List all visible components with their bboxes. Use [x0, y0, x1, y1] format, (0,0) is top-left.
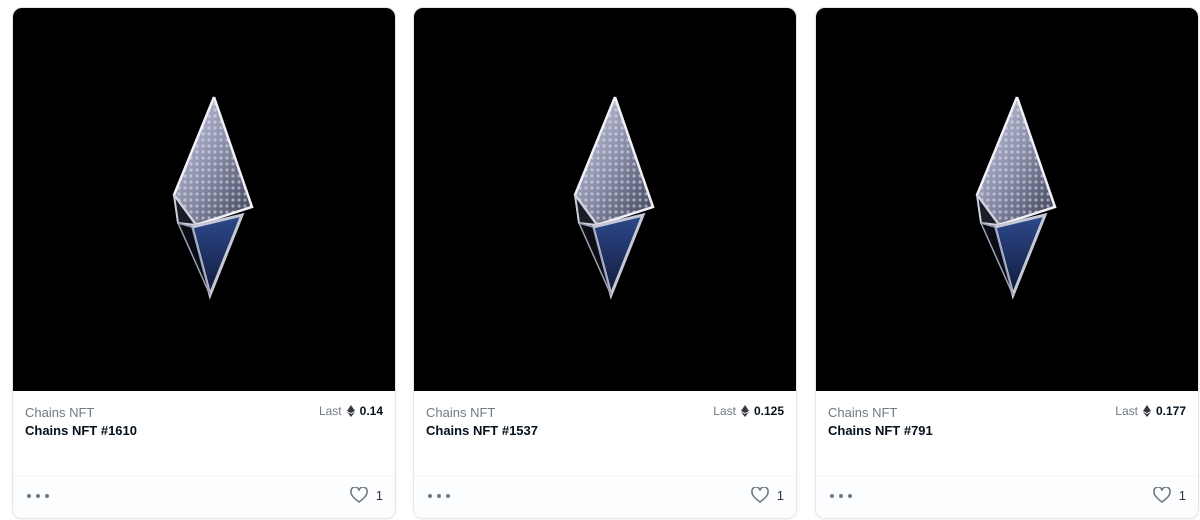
collection-name[interactable]: Chains NFT [828, 405, 897, 420]
favorite-button[interactable]: 1 [349, 487, 383, 503]
nft-info: Chains NFT Chains NFT #1610 Last 0.14 [13, 391, 395, 479]
heart-outline-icon [1152, 487, 1171, 503]
token-name[interactable]: Chains NFT #791 [828, 423, 933, 438]
more-dot [45, 494, 49, 498]
nft-card[interactable]: Chains NFT Chains NFT #1537 Last 0.125 1 [413, 7, 797, 519]
more-dot [848, 494, 852, 498]
more-dot [839, 494, 843, 498]
price-label: Last [318, 404, 342, 418]
nft-info: Chains NFT Chains NFT #1537 Last 0.125 [414, 391, 796, 479]
nft-image[interactable] [414, 8, 796, 391]
heart-outline-icon [750, 487, 769, 503]
card-footer: 1 [414, 475, 796, 518]
ethereum-diamond-artwork [172, 96, 254, 300]
price-label: Last [713, 404, 736, 418]
nft-image[interactable] [13, 8, 395, 391]
more-dot [36, 494, 40, 498]
price-value: 0.14 [359, 404, 383, 418]
more-dot [446, 494, 450, 498]
ethereum-icon [740, 405, 749, 417]
favorite-count: 1 [1178, 487, 1186, 503]
collection-name[interactable]: Chains NFT [426, 405, 495, 420]
collection-name[interactable]: Chains NFT [25, 405, 94, 420]
price-label: Last [1115, 404, 1138, 418]
favorite-count: 1 [375, 487, 383, 503]
ethereum-icon [1142, 405, 1151, 417]
nft-card[interactable]: Chains NFT Chains NFT #791 Last 0.177 1 [815, 7, 1199, 519]
more-options-button[interactable] [830, 489, 852, 503]
ethereum-diamond-artwork [975, 96, 1057, 300]
price-value: 0.125 [753, 404, 784, 418]
favorite-button[interactable]: 1 [1152, 487, 1186, 503]
card-footer: 1 [13, 475, 395, 518]
token-name[interactable]: Chains NFT #1537 [426, 423, 538, 438]
ethereum-diamond-artwork [573, 96, 655, 300]
more-options-button[interactable] [27, 489, 49, 503]
ethereum-icon [346, 405, 355, 417]
heart-outline-icon [349, 487, 368, 503]
more-horizontal-icon [27, 494, 31, 498]
token-name[interactable]: Chains NFT #1610 [25, 423, 137, 438]
more-dot [437, 494, 441, 498]
last-price: Last 0.177 [1115, 404, 1186, 418]
card-footer: 1 [816, 475, 1198, 518]
price-value: 0.177 [1155, 404, 1186, 418]
more-horizontal-icon [830, 494, 834, 498]
favorite-count: 1 [776, 487, 784, 503]
nft-card[interactable]: Chains NFT Chains NFT #1610 Last 0.14 1 [12, 7, 396, 519]
nft-image[interactable] [816, 8, 1198, 391]
nft-info: Chains NFT Chains NFT #791 Last 0.177 [816, 391, 1198, 479]
favorite-button[interactable]: 1 [750, 487, 784, 503]
last-price: Last 0.125 [713, 404, 784, 418]
more-horizontal-icon [428, 494, 432, 498]
last-price: Last 0.14 [319, 404, 383, 418]
more-options-button[interactable] [428, 489, 450, 503]
